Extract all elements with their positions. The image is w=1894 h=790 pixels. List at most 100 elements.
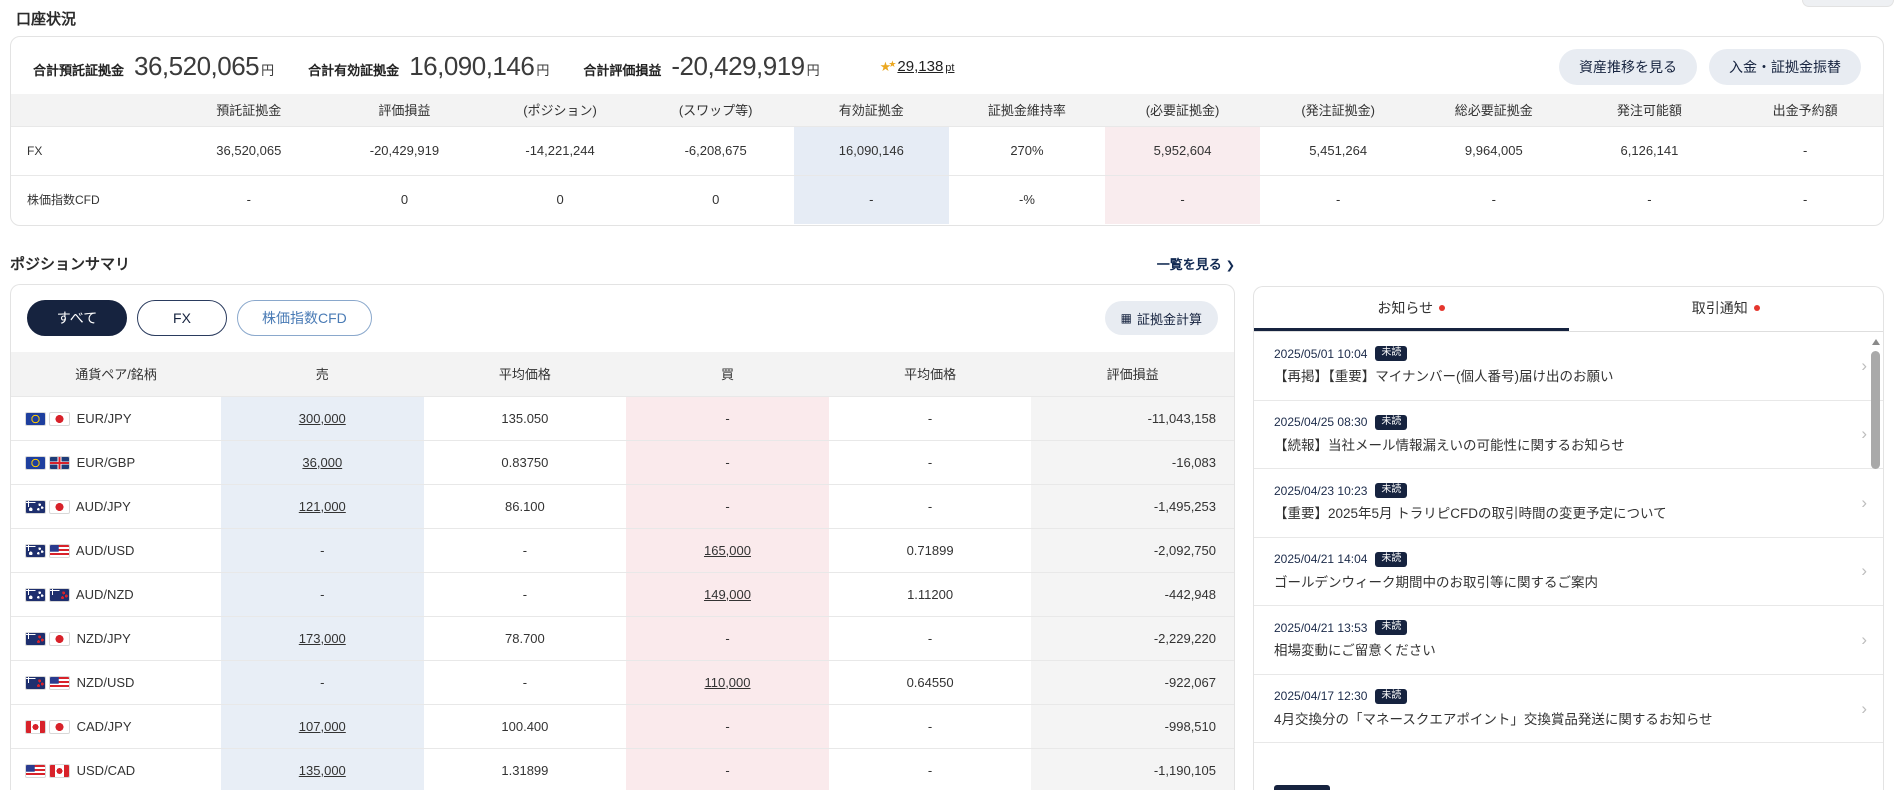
tab-all[interactable]: すべて xyxy=(27,300,127,336)
cell-withdrawal-reserved: - xyxy=(1727,174,1883,224)
account-status-title: 口座状況 xyxy=(16,11,77,28)
sell-qty-cell: 107,000 xyxy=(221,703,424,748)
flag-jp-icon xyxy=(49,719,70,734)
partial-next-item xyxy=(1274,785,1330,790)
tab-news[interactable]: お知らせ xyxy=(1254,287,1569,331)
col-header: (必要証拠金) xyxy=(1104,94,1261,126)
sell-qty-link: - xyxy=(320,674,325,690)
notification-datetime: 2025/04/21 14:04 xyxy=(1274,552,1368,567)
flag-ca-icon xyxy=(25,719,46,734)
pair-label: USD/CAD xyxy=(76,762,136,778)
sell-qty-cell: 173,000 xyxy=(221,615,424,660)
pair-cell: AUD/USD xyxy=(11,527,221,572)
sell-qty-link[interactable]: 300,000 xyxy=(299,411,346,426)
col-header: (発注証拠金) xyxy=(1260,94,1416,126)
buy-avg-cell: 0.64550 xyxy=(828,659,1032,704)
buy-avg-cell: - xyxy=(828,615,1032,660)
buy-avg-cell: - xyxy=(828,703,1032,748)
sell-qty-link[interactable]: 173,000 xyxy=(299,631,346,646)
col-header: 発注可能額 xyxy=(1571,94,1728,126)
flag-us-icon xyxy=(49,675,70,690)
account-status-table: 預託証拠金 評価損益 (ポジション) (スワップ等) 有効証拠金 証拠金維持率 … xyxy=(11,94,1883,224)
notifications-panel: お知らせ 取引通知 2025/05/01 10:04 未読 【再掲】【重要】マイ… xyxy=(1253,286,1884,790)
pl-cell: -1,495,253 xyxy=(1031,483,1234,528)
notification-item[interactable]: 2025/04/17 12:30 未読 4月交換分の「マネースクエアポイント」交… xyxy=(1254,675,1883,744)
sell-qty-link[interactable]: 135,000 xyxy=(299,763,346,778)
sell-qty-cell: 300,000 xyxy=(221,395,424,440)
buy-qty-link: - xyxy=(725,718,730,734)
stars-icon: ★★ xyxy=(879,59,897,74)
pair-label: EUR/GBP xyxy=(76,454,136,470)
tab-fx[interactable]: FX xyxy=(137,300,227,336)
col-header: 総必要証拠金 xyxy=(1416,94,1572,126)
sell-qty-link[interactable]: 36,000 xyxy=(302,455,342,470)
buy-qty-link[interactable]: 110,000 xyxy=(704,675,750,690)
col-header-pair: 通貨ペア/銘柄 xyxy=(11,352,221,396)
notification-title: 【再掲】【重要】マイナンバー(個人番号)届け出のお願い xyxy=(1274,369,1614,384)
cell-total-required-margin: 9,964,005 xyxy=(1416,125,1572,175)
notification-item[interactable]: 2025/04/21 13:53 未読 相場変動にご留意ください › xyxy=(1254,606,1883,675)
buy-qty-cell: - xyxy=(626,615,829,660)
notification-item[interactable]: 2025/04/21 14:04 未読 ゴールデンウィーク期間中のお取引等に関す… xyxy=(1254,538,1883,607)
unread-dot-icon xyxy=(1753,304,1760,311)
notification-datetime: 2025/04/23 10:23 xyxy=(1274,483,1368,498)
flag-jp-icon xyxy=(49,411,70,426)
cell-withdrawal-reserved: - xyxy=(1727,125,1883,175)
sell-qty-link: - xyxy=(320,542,325,558)
notification-title: 4月交換分の「マネースクエアポイント」交換賞品発送に関するお知らせ xyxy=(1274,711,1713,727)
view-list-link[interactable]: 一覧を見る ❯ xyxy=(1157,254,1235,273)
sell-avg-cell: 78.700 xyxy=(423,615,627,660)
tab-stock-index-cfd[interactable]: 株価指数CFD xyxy=(237,300,372,336)
position-table: 通貨ペア/銘柄 売 平均価格 買 平均価格 評価損益 EUR/JPY 300,0… xyxy=(11,352,1234,790)
buy-qty-link[interactable]: 165,000 xyxy=(704,543,751,558)
scrollbar-thumb[interactable] xyxy=(1871,351,1880,469)
buy-qty-cell: - xyxy=(626,747,829,790)
pair-cell: USD/CAD xyxy=(11,747,221,790)
notification-title: 【続報】当社メール情報漏えいの可能性に関するお知らせ xyxy=(1274,437,1625,453)
flag-au-icon xyxy=(25,499,46,514)
flag-us-icon xyxy=(49,543,70,558)
position-row: NZD/JPY 173,000 78.700 - - -2,229,220 xyxy=(11,615,1234,660)
chevron-right-icon: ❯ xyxy=(1225,260,1235,272)
asset-transition-button[interactable]: 資産推移を見る xyxy=(1559,48,1697,85)
metric-unit: 円 xyxy=(261,63,275,78)
col-header-buy-avg: 平均価格 xyxy=(828,352,1032,396)
flag-eu-icon xyxy=(25,455,46,470)
sell-qty-link[interactable]: 121,000 xyxy=(299,499,346,514)
notification-item[interactable]: 2025/04/25 08:30 未読 【続報】当社メール情報漏えいの可能性に関… xyxy=(1254,401,1883,470)
account-summary-bar: 合計預託証拠金 36,520,065 円 合計有効証拠金 16,090,146 … xyxy=(11,37,1883,94)
total-deposit-margin: 合計預託証拠金 36,520,065 円 xyxy=(33,51,274,82)
pl-cell: -11,043,158 xyxy=(1031,395,1234,440)
chevron-right-icon: › xyxy=(1861,698,1867,718)
cell-swap: -6,208,675 xyxy=(637,125,794,175)
pair-cell: NZD/JPY xyxy=(11,615,221,660)
unread-badge: 未読 xyxy=(1375,483,1408,499)
buy-avg-cell: - xyxy=(828,747,1032,790)
cell-effective-margin: - xyxy=(793,174,950,224)
sell-qty-link[interactable]: 107,000 xyxy=(299,719,346,734)
position-summary-title: ポジションサマリ xyxy=(10,256,131,273)
tab-trade-notice[interactable]: 取引通知 xyxy=(1569,287,1884,331)
notification-item[interactable]: 2025/04/23 10:23 未読 【重要】2025年5月 トラリピCFDの… xyxy=(1254,469,1883,538)
col-header: 出金予約額 xyxy=(1727,94,1883,126)
notification-title: 【重要】2025年5月 トラリピCFDの取引時間の変更予定について xyxy=(1274,506,1667,522)
sell-avg-cell: 135.050 xyxy=(423,395,627,440)
pair-label: CAD/JPY xyxy=(76,718,132,734)
flag-nz-icon xyxy=(49,587,70,602)
pair-cell: CAD/JPY xyxy=(11,703,221,748)
deposit-transfer-button[interactable]: 入金・証拠金振替 xyxy=(1709,48,1861,85)
flag-au-icon xyxy=(25,587,46,602)
buy-qty-link[interactable]: 149,000 xyxy=(704,587,751,602)
unread-dot-icon xyxy=(1439,304,1446,311)
scroll-up-icon[interactable] xyxy=(1872,339,1880,345)
flag-nz-icon xyxy=(25,631,46,646)
metric-unit: 円 xyxy=(536,63,550,78)
margin-calc-button[interactable]: ▦ 証拠金計算 xyxy=(1104,301,1218,335)
col-header: 証拠金維持率 xyxy=(949,94,1105,126)
notifications-list: 2025/05/01 10:04 未読 【再掲】【重要】マイナンバー(個人番号)… xyxy=(1254,332,1883,744)
pair-label: AUD/JPY xyxy=(75,498,131,514)
unread-badge: 未読 xyxy=(1375,346,1408,361)
col-header: 有効証拠金 xyxy=(793,94,950,126)
points-link[interactable]: ★★ 29,138 pt xyxy=(880,58,955,75)
notification-item[interactable]: 2025/05/01 10:04 未読 【再掲】【重要】マイナンバー(個人番号)… xyxy=(1254,332,1883,401)
